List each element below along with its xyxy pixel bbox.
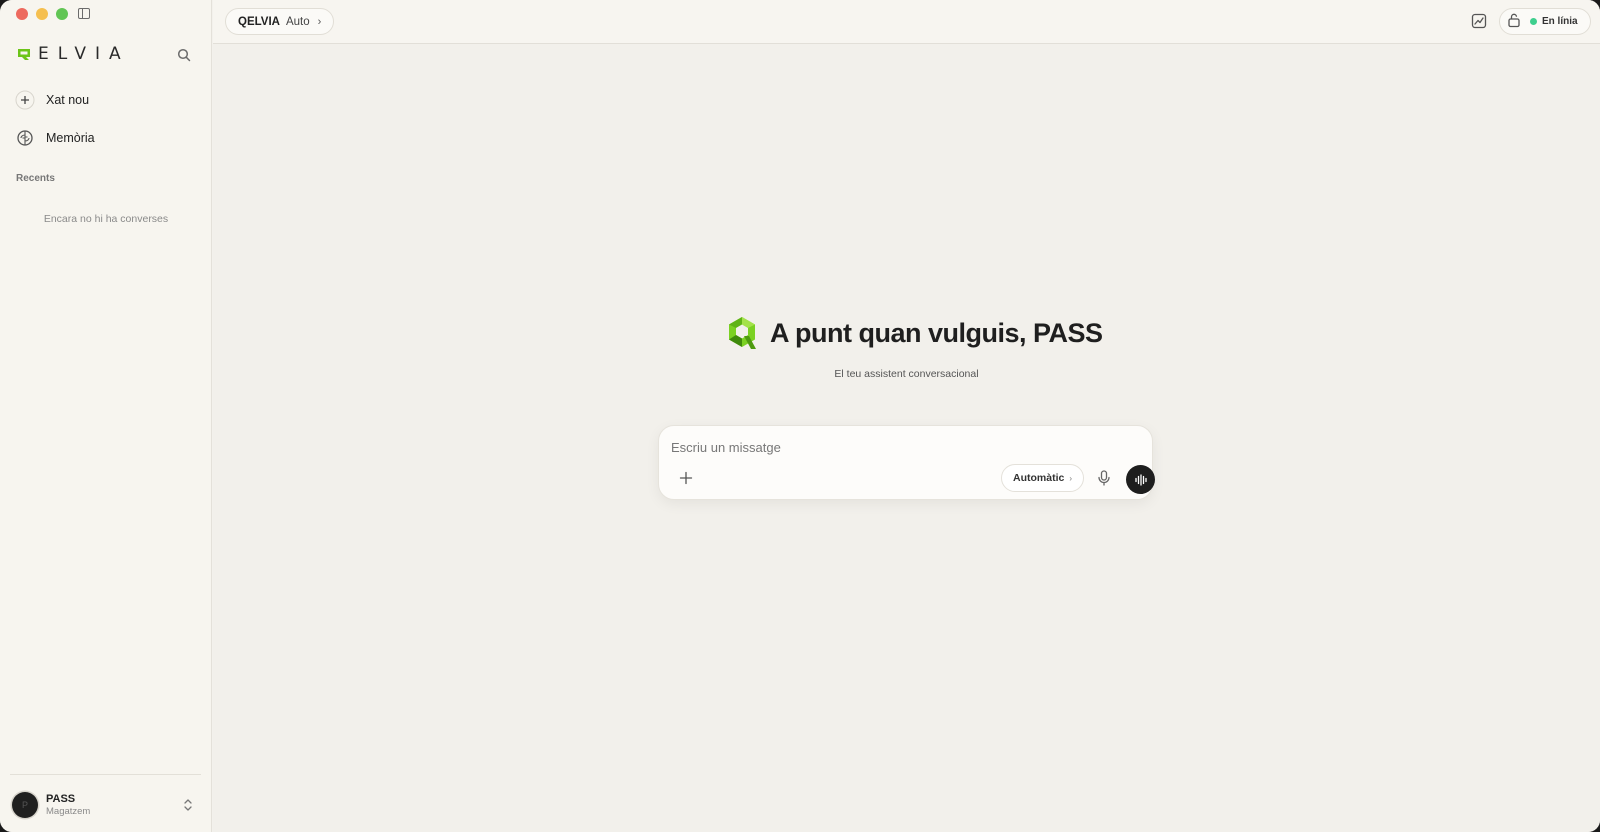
user-workspace: Magatzem xyxy=(46,806,91,817)
user-account-menu[interactable]: P PASS Magatzem xyxy=(12,788,200,822)
main-area: QELVIA Auto › En línia A punt quan vulgu… xyxy=(213,0,1600,832)
plus-icon[interactable] xyxy=(677,469,695,487)
model-name: QELVIA xyxy=(238,15,280,28)
divider xyxy=(10,774,201,775)
maximize-window-button[interactable] xyxy=(56,8,68,20)
recents-heading: Recents xyxy=(16,173,55,184)
hero-heading-row: A punt quan vulguis, PASS xyxy=(726,316,1103,350)
hero-title: A punt quan vulguis, PASS xyxy=(770,317,1103,348)
hero-subtitle: El teu assistent conversacional xyxy=(834,368,979,380)
voice-mode-button[interactable] xyxy=(1126,465,1155,494)
model-selector[interactable]: QELVIA Auto › xyxy=(225,8,335,35)
minimize-window-button[interactable] xyxy=(36,8,48,20)
online-status-dot xyxy=(1530,18,1537,25)
logo-text: ELVIA xyxy=(38,44,130,64)
chevron-right-icon: › xyxy=(317,15,322,28)
logo-mark-icon xyxy=(18,49,30,60)
sidebar: ELVIA Xat nou Memòria Recents Encara no … xyxy=(0,0,212,832)
activity-chart-icon[interactable] xyxy=(1470,12,1488,30)
new-chat-label: Xat nou xyxy=(46,93,90,107)
lock-icon[interactable] xyxy=(1507,12,1521,28)
user-info: PASS Magatzem xyxy=(46,793,90,817)
app-window: ELVIA Xat nou Memòria Recents Encara no … xyxy=(0,0,1600,832)
plus-icon xyxy=(14,89,36,111)
window-controls xyxy=(16,8,68,20)
avatar: P xyxy=(12,792,38,818)
sidebar-toggle-icon[interactable] xyxy=(78,8,90,19)
memory-label: Memòria xyxy=(46,131,95,145)
close-window-button[interactable] xyxy=(16,8,28,20)
waveform-icon xyxy=(1134,473,1147,486)
message-composer: Automàtic › xyxy=(658,425,1155,500)
qelvia-logo-icon xyxy=(729,317,756,349)
chevron-up-down-icon xyxy=(184,799,192,811)
sidebar-item-memory[interactable]: Memòria xyxy=(10,122,202,154)
brain-icon xyxy=(14,127,36,149)
app-logo: ELVIA xyxy=(16,44,130,64)
new-chat-button[interactable]: Xat nou xyxy=(10,84,202,116)
response-mode-selector[interactable]: Automàtic › xyxy=(1001,464,1084,492)
message-input[interactable] xyxy=(671,436,1131,458)
chevron-right-icon: › xyxy=(1069,473,1072,483)
microphone-icon[interactable] xyxy=(1094,468,1114,488)
search-icon[interactable] xyxy=(176,47,192,63)
status-label: En línia xyxy=(1542,16,1578,27)
top-bar: QELVIA Auto › En línia xyxy=(213,0,1600,44)
model-mode: Auto xyxy=(285,15,310,28)
user-name: PASS xyxy=(46,793,76,805)
response-mode-label: Automàtic xyxy=(1012,472,1065,484)
empty-conversations-text: Encara no hi ha converses xyxy=(43,213,169,225)
